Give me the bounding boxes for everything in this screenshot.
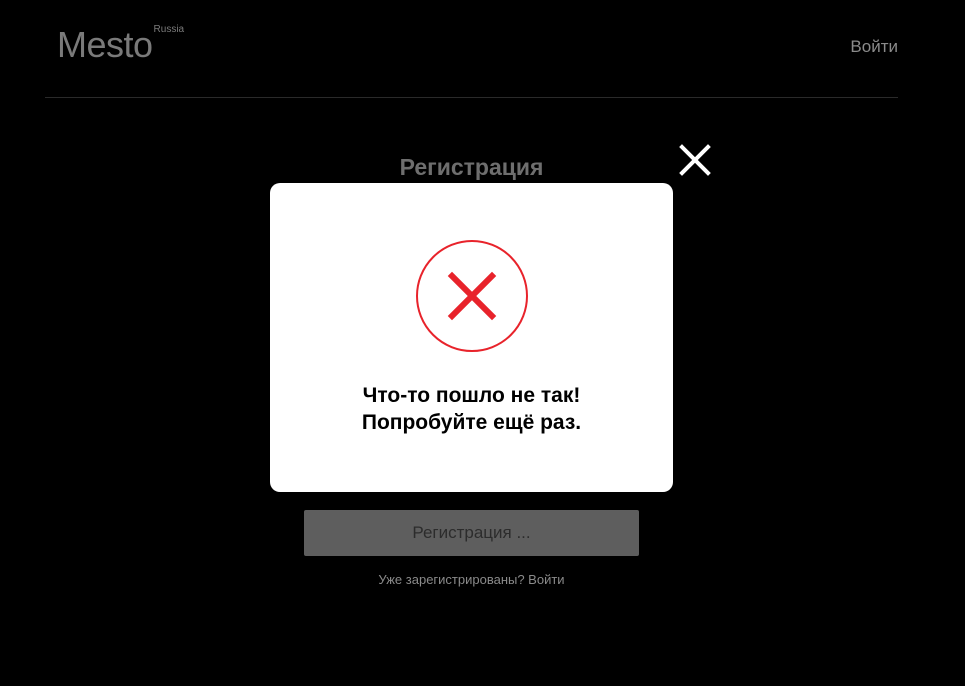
register-form-title: Регистрация [399, 154, 544, 180]
modal-message: Что-то пошло не так! Попробуйте ещё раз. [270, 382, 673, 436]
info-tooltip-modal: Что-то пошло не так! Попробуйте ещё раз. [270, 183, 673, 492]
close-icon[interactable] [677, 142, 713, 178]
page: Mesto Russia Войти Регистрация Регистрац… [0, 0, 965, 686]
register-submit-button[interactable]: Регистрация ... [304, 510, 639, 556]
logo-superscript: Russia [153, 24, 185, 35]
logo-text: Mesto [57, 24, 153, 65]
error-cross-icon [415, 239, 529, 353]
logo: Mesto Russia [57, 24, 184, 66]
already-registered-login-link[interactable]: Уже зарегистрированы? Войти [304, 572, 639, 587]
header-login-link[interactable]: Войти [850, 37, 898, 57]
modal-message-line1: Что-то пошло не так! [362, 384, 581, 407]
site-header: Mesto Russia Войти [45, 0, 898, 98]
modal-message-line2: Попробуйте ещё раз. [361, 411, 582, 434]
